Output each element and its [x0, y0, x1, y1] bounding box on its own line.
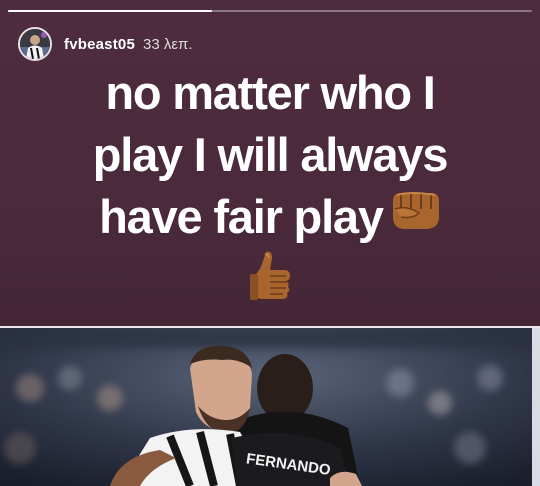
story-header: fvbeast05 33 λεπ. — [18, 26, 193, 62]
avatar-image — [20, 29, 50, 59]
avatar[interactable] — [18, 27, 52, 61]
caption-line-2: play I will always — [92, 128, 449, 181]
story-right-edge — [532, 328, 540, 486]
story-view[interactable]: fvbeast05 33 λεπ. no matter who I play I… — [0, 0, 540, 486]
story-caption: no matter who I play I will always have … — [0, 62, 540, 321]
username[interactable]: fvbeast05 — [64, 36, 135, 53]
caption-line-3: have fair play — [0, 186, 540, 252]
post-time: 33 λεπ. — [143, 35, 193, 53]
caption-line-1: no matter who I — [105, 66, 435, 119]
caption-line-4 — [0, 250, 540, 321]
thumbs-up-emoji — [248, 250, 292, 319]
story-progress-bar — [8, 10, 532, 12]
caption-line-3-text: have fair play — [99, 190, 384, 243]
fist-emoji — [387, 186, 441, 248]
story-progress-fill — [8, 10, 213, 12]
story-photo: FERNANDO — [0, 328, 540, 486]
